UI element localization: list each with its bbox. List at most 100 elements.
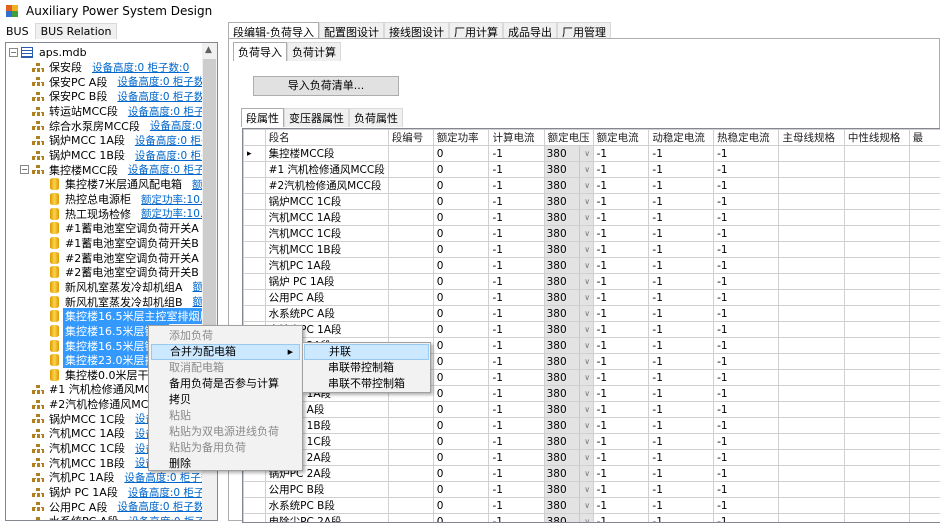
table-cell[interactable]	[844, 306, 909, 322]
column-header[interactable]: 主母线规格	[779, 130, 844, 146]
table-cell[interactable]	[844, 274, 909, 290]
menu-item[interactable]: 备用负荷是否参与计算	[151, 376, 300, 392]
chevron-down-icon[interactable]: ∨	[579, 258, 593, 273]
tree-node[interactable]: 保安段设备高度:0 柜子数:0	[32, 60, 189, 75]
table-cell[interactable]	[909, 306, 940, 322]
table-cell[interactable]	[909, 450, 940, 466]
table-cell[interactable]: -1	[489, 146, 544, 162]
table-cell[interactable]	[779, 418, 844, 434]
table-cell[interactable]	[779, 258, 844, 274]
table-cell[interactable]	[844, 338, 909, 354]
row-header[interactable]	[244, 514, 266, 523]
table-cell[interactable]: -1	[714, 450, 779, 466]
tree-node[interactable]: 保安PC A段设备高度:0 柜子数:0	[32, 74, 215, 89]
tree-node[interactable]: 热工现场检修额定功率:10.53w	[50, 206, 218, 221]
table-cell[interactable]: 集控楼MCC段	[265, 146, 388, 162]
table-cell[interactable]	[844, 482, 909, 498]
table-cell[interactable]: 0	[433, 482, 489, 498]
table-row[interactable]: 汽机MCC 1C段0-1380∨-1-1-1	[244, 226, 940, 242]
table-cell[interactable]	[779, 194, 844, 210]
row-header[interactable]	[244, 162, 266, 178]
voltage-select[interactable]: 380∨	[544, 482, 593, 498]
table-cell[interactable]	[779, 354, 844, 370]
table-cell[interactable]	[909, 290, 940, 306]
voltage-select[interactable]: 380∨	[544, 466, 593, 482]
table-cell[interactable]: 0	[433, 178, 489, 194]
table-cell[interactable]: 0	[433, 162, 489, 178]
table-row[interactable]: 锅炉PC 1C段0-1380∨-1-1-1	[244, 434, 940, 450]
table-cell[interactable]: -1	[714, 434, 779, 450]
table-cell[interactable]	[909, 482, 940, 498]
table-cell[interactable]	[388, 178, 433, 194]
table-cell[interactable]: 电除尘PC 2A段	[265, 514, 388, 523]
table-cell[interactable]	[388, 194, 433, 210]
table-cell[interactable]: -1	[593, 178, 649, 194]
voltage-select[interactable]: 380∨	[544, 402, 593, 418]
table-cell[interactable]	[388, 242, 433, 258]
table-cell[interactable]: -1	[714, 514, 779, 523]
table-cell[interactable]: 公用PC A段	[265, 290, 388, 306]
table-cell[interactable]: -1	[593, 498, 649, 514]
tree-root[interactable]: −aps.mdb	[9, 45, 89, 60]
table-cell[interactable]: -1	[714, 210, 779, 226]
table-row[interactable]: 汽机MCC 1A段0-1380∨-1-1-1	[244, 210, 940, 226]
chevron-down-icon[interactable]: ∨	[579, 322, 593, 337]
table-cell[interactable]: -1	[649, 338, 714, 354]
menu-item[interactable]: 粘贴为备用负荷	[151, 440, 300, 456]
table-cell[interactable]: -1	[489, 290, 544, 306]
tree-node[interactable]: 集控楼7米层通风配电箱额定功率:10.53w	[50, 177, 218, 192]
table-cell[interactable]: 0	[433, 354, 489, 370]
table-cell[interactable]: -1	[593, 162, 649, 178]
table-cell[interactable]: 水系统PC A段	[265, 306, 388, 322]
tree-node[interactable]: #2蓄电池室空调负荷开关B额定功率:10.53w	[50, 265, 218, 280]
table-cell[interactable]: -1	[714, 386, 779, 402]
table-cell[interactable]	[779, 434, 844, 450]
chevron-down-icon[interactable]: ∨	[579, 178, 593, 193]
table-row[interactable]: 锅炉 PC 1A段0-1380∨-1-1-1	[244, 274, 940, 290]
table-cell[interactable]: 0	[433, 498, 489, 514]
table-cell[interactable]: -1	[593, 226, 649, 242]
chevron-down-icon[interactable]: ∨	[579, 498, 593, 513]
table-cell[interactable]	[779, 498, 844, 514]
row-header[interactable]	[244, 226, 266, 242]
collapse-icon[interactable]: −	[20, 165, 29, 174]
table-cell[interactable]: -1	[593, 290, 649, 306]
table-cell[interactable]: -1	[593, 210, 649, 226]
table-cell[interactable]: -1	[714, 146, 779, 162]
tab-load-import[interactable]: 负荷导入	[233, 42, 287, 61]
chevron-down-icon[interactable]: ∨	[579, 514, 593, 523]
table-cell[interactable]: -1	[593, 418, 649, 434]
voltage-select[interactable]: 380∨	[544, 242, 593, 258]
column-header[interactable]: 动稳定电流	[649, 130, 714, 146]
table-cell[interactable]: 0	[433, 322, 489, 338]
table-row[interactable]: 汽机PC A段0-1380∨-1-1-1	[244, 402, 940, 418]
table-cell[interactable]: -1	[649, 210, 714, 226]
column-header[interactable]: 额定电压	[544, 130, 593, 146]
table-cell[interactable]	[388, 482, 433, 498]
chevron-down-icon[interactable]: ∨	[579, 418, 593, 433]
column-header[interactable]: 计算电流	[489, 130, 544, 146]
table-row[interactable]: 汽机PC 2A段0-1380∨-1-1-1	[244, 450, 940, 466]
table-cell[interactable]: -1	[593, 482, 649, 498]
table-row[interactable]: 锅炉MCC 1C段0-1380∨-1-1-1	[244, 194, 940, 210]
voltage-select[interactable]: 380∨	[544, 434, 593, 450]
menu-item[interactable]: 合并为配电箱▶	[151, 344, 300, 360]
chevron-down-icon[interactable]: ∨	[579, 402, 593, 417]
tree-node[interactable]: #1蓄电池室空调负荷开关B额定功率:10.53w	[50, 235, 218, 250]
row-header[interactable]	[244, 274, 266, 290]
table-cell[interactable]: -1	[714, 194, 779, 210]
table-cell[interactable]: -1	[593, 306, 649, 322]
table-cell[interactable]: -1	[593, 242, 649, 258]
table-cell[interactable]: 0	[433, 194, 489, 210]
table-row[interactable]: 汽机PC 1A段0-1380∨-1-1-1	[244, 258, 940, 274]
tree-node[interactable]: 水系统PC A段设备高度:0 柜子数:0	[32, 514, 218, 521]
table-cell[interactable]	[844, 418, 909, 434]
table-cell[interactable]: -1	[489, 258, 544, 274]
table-cell[interactable]: -1	[649, 386, 714, 402]
table-cell[interactable]: -1	[714, 274, 779, 290]
table-cell[interactable]: -1	[714, 466, 779, 482]
table-cell[interactable]: 0	[433, 290, 489, 306]
column-header[interactable]: 段名	[265, 130, 388, 146]
voltage-select[interactable]: 380∨	[544, 322, 593, 338]
tree-node[interactable]: 集控楼16.5米层主控室排烟风机	[50, 309, 218, 324]
